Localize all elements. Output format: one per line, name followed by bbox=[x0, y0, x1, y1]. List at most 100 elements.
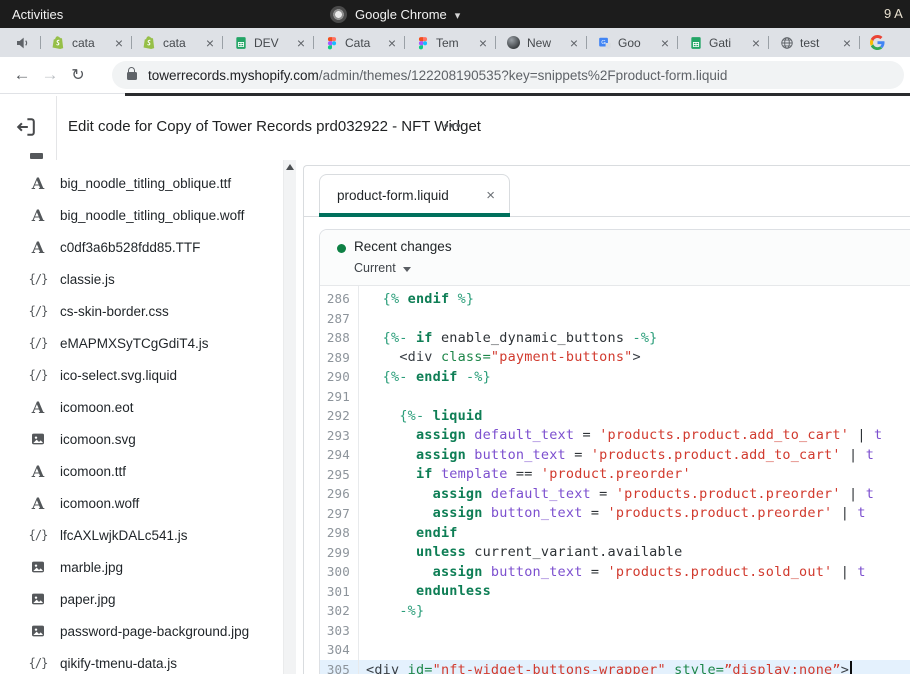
sidebar-scrollbar[interactable] bbox=[283, 160, 296, 674]
code-line[interactable]: 304 bbox=[320, 640, 910, 660]
code-line[interactable]: 303 bbox=[320, 621, 910, 641]
code-line[interactable]: 294 assign button_text = 'products.produ… bbox=[320, 445, 910, 465]
code-line-text: <div class="payment-buttons"> bbox=[366, 349, 641, 365]
file-list: Abig_noodle_titling_oblique.ttfAbig_nood… bbox=[0, 160, 283, 674]
file-item[interactable]: {/}lfcAXLwjkDALc541.js bbox=[0, 519, 283, 551]
back-button[interactable]: ← bbox=[8, 61, 36, 89]
tab-title: test bbox=[800, 36, 837, 50]
browser-tab[interactable]: Gati bbox=[677, 28, 768, 57]
browser-tab[interactable]: New bbox=[495, 28, 586, 57]
tab-close-icon[interactable] bbox=[752, 35, 760, 51]
code-area[interactable]: 286 {% endif %}287288 {%- if enable_dyna… bbox=[320, 286, 910, 674]
editor-container: Recent changes Current 286 {% endif %}28… bbox=[319, 229, 910, 674]
code-line[interactable]: 289 <div class="payment-buttons"> bbox=[320, 348, 910, 368]
code-line[interactable]: 293 assign default_text = 'products.prod… bbox=[320, 426, 910, 446]
line-number: 303 bbox=[320, 623, 350, 638]
recent-changes-bar: Recent changes Current bbox=[320, 230, 910, 286]
browser-tab[interactable]: Cata bbox=[313, 28, 404, 57]
file-item[interactable]: {/} ico-select.svg.liquid bbox=[0, 359, 283, 391]
code-line[interactable]: 295 if template == 'product.preorder' bbox=[320, 465, 910, 485]
file-name: c0df3a6b528fdd85.TTF bbox=[60, 240, 200, 255]
forward-button[interactable]: → bbox=[36, 61, 64, 89]
file-item[interactable]: Abig_noodle_titling_oblique.woff bbox=[0, 199, 283, 231]
browser-tab[interactable]: test bbox=[768, 28, 859, 57]
version-label: Current bbox=[354, 261, 396, 275]
code-line[interactable]: 301 endunless bbox=[320, 582, 910, 602]
font-file-icon: A bbox=[29, 398, 47, 417]
tab-close-icon[interactable] bbox=[479, 35, 487, 51]
code-line[interactable]: 291 bbox=[320, 387, 910, 407]
code-line[interactable]: 287 bbox=[320, 309, 910, 329]
file-item[interactable]: {/}qikify-tmenu-data.js bbox=[0, 647, 283, 674]
file-item[interactable]: Aicomoon.ttf bbox=[0, 455, 283, 487]
file-item[interactable]: {/}eMAPMXSyTCgGdiT4.js bbox=[0, 327, 283, 359]
code-file-icon: {/} bbox=[29, 528, 47, 542]
file-item[interactable]: Abig_noodle_titling_oblique.ttf bbox=[0, 167, 283, 199]
browser-tab[interactable] bbox=[859, 28, 910, 57]
file-item[interactable]: icomoon.svg bbox=[0, 423, 283, 455]
browser-tab[interactable]: DEV bbox=[222, 28, 313, 57]
system-clock[interactable]: 9 A bbox=[884, 0, 910, 28]
line-number: 295 bbox=[320, 467, 350, 482]
activities-button[interactable]: Activities bbox=[12, 7, 63, 22]
app-menu[interactable]: Google Chrome bbox=[330, 6, 460, 23]
file-item[interactable]: Ac0df3a6b528fdd85.TTF bbox=[0, 231, 283, 263]
address-bar[interactable]: towerrecords.myshopify.com/admin/themes/… bbox=[112, 61, 904, 89]
line-number: 299 bbox=[320, 545, 350, 560]
tab-close-icon[interactable] bbox=[661, 35, 669, 51]
app-menu-label: Google Chrome bbox=[355, 7, 447, 22]
code-line[interactable]: 305<div id="nft-widget-buttons-wrapper" … bbox=[320, 660, 910, 674]
browser-tab[interactable]: cata bbox=[40, 28, 131, 57]
image-file-icon bbox=[29, 431, 47, 447]
editor-tab-close-icon[interactable] bbox=[486, 187, 495, 204]
lock-icon bbox=[127, 72, 137, 80]
tab-close-icon[interactable] bbox=[206, 35, 214, 51]
browser-tabs: catacataDEVCataTemNewGGooGatitest bbox=[40, 28, 910, 57]
reload-button[interactable]: ↻ bbox=[64, 61, 92, 89]
file-name: icomoon.ttf bbox=[60, 464, 126, 479]
file-item[interactable]: password-page-background.jpg bbox=[0, 615, 283, 647]
file-item[interactable]: paper.jpg bbox=[0, 583, 283, 615]
page-title: Edit code for Copy of Tower Records prd0… bbox=[68, 94, 481, 160]
file-item[interactable]: {/}classie.js bbox=[0, 263, 283, 295]
editor-file-tab[interactable]: product-form.liquid bbox=[319, 174, 510, 215]
code-file-icon: {/} bbox=[29, 304, 47, 318]
code-line[interactable]: 302 -%} bbox=[320, 601, 910, 621]
more-actions-button[interactable] bbox=[444, 94, 462, 160]
version-dropdown[interactable]: Current bbox=[354, 261, 411, 275]
exit-code-editor-icon[interactable] bbox=[15, 116, 37, 138]
file-name: ico-select.svg.liquid bbox=[60, 368, 177, 383]
code-line[interactable]: 299 unless current_variant.available bbox=[320, 543, 910, 563]
file-item[interactable]: marble.jpg bbox=[0, 551, 283, 583]
code-line[interactable]: 296 assign default_text = 'products.prod… bbox=[320, 484, 910, 504]
font-file-icon: A bbox=[29, 206, 47, 225]
line-number: 292 bbox=[320, 408, 350, 423]
globe-favicon-icon bbox=[779, 35, 794, 50]
figma-favicon-icon bbox=[324, 35, 339, 50]
code-line[interactable]: 290 {%- endif -%} bbox=[320, 367, 910, 387]
code-line[interactable]: 286 {% endif %} bbox=[320, 289, 910, 309]
file-item[interactable]: {/}cs-skin-border.css bbox=[0, 295, 283, 327]
tab-close-icon[interactable] bbox=[388, 35, 396, 51]
code-line-text: -%} bbox=[366, 603, 424, 619]
tab-title: Goo bbox=[618, 36, 655, 50]
scrollbar-up-arrow-icon[interactable] bbox=[286, 164, 294, 170]
tab-close-icon[interactable] bbox=[115, 35, 123, 51]
browser-tab[interactable]: Tem bbox=[404, 28, 495, 57]
line-number: 291 bbox=[320, 389, 350, 404]
tab-close-icon[interactable] bbox=[570, 35, 578, 51]
code-line[interactable]: 298 endif bbox=[320, 523, 910, 543]
code-line[interactable]: 288 {%- if enable_dynamic_buttons -%} bbox=[320, 328, 910, 348]
tab-close-icon[interactable] bbox=[843, 35, 851, 51]
code-file-icon: {/} bbox=[29, 368, 47, 382]
code-line-text: assign default_text = 'products.product.… bbox=[366, 427, 882, 443]
code-line[interactable]: 292 {%- liquid bbox=[320, 406, 910, 426]
tab-close-icon[interactable] bbox=[297, 35, 305, 51]
file-item[interactable]: Aicomoon.woff bbox=[0, 487, 283, 519]
browser-tab[interactable]: GGoo bbox=[586, 28, 677, 57]
code-line[interactable]: 300 assign button_text = 'products.produ… bbox=[320, 562, 910, 582]
file-item[interactable]: Aicomoon.eot bbox=[0, 391, 283, 423]
code-line[interactable]: 297 assign button_text = 'products.produ… bbox=[320, 504, 910, 524]
browser-tab[interactable]: cata bbox=[131, 28, 222, 57]
browser-tab-strip: catacataDEVCataTemNewGGooGatitest bbox=[0, 28, 910, 57]
